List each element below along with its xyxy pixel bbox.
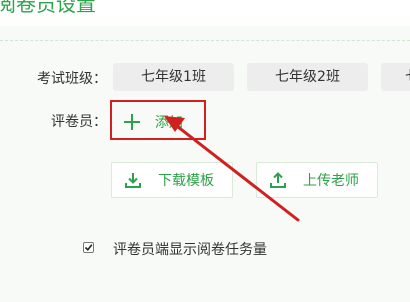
class-chip-2[interactable]: 七年级2班	[247, 63, 368, 91]
graders-label: 评卷员：	[51, 114, 107, 130]
download-icon	[125, 173, 141, 188]
page-title: 阅卷员设置	[0, 0, 96, 16]
class-chip-3[interactable]: 七	[381, 63, 410, 91]
download-template-label: 下载模板	[158, 173, 214, 189]
add-grader-button[interactable]: 添加	[118, 105, 204, 139]
show-task-label: 评卷员端显示阅卷任务量	[113, 242, 267, 258]
grader-settings-page: 阅卷员设置 考试班级： 七年级1班 七年级2班 七 评卷员： 添加 下载模板 上…	[0, 0, 410, 302]
upload-teacher-button[interactable]: 上传老师	[256, 162, 378, 198]
checkmark-icon	[84, 244, 93, 251]
add-grader-label: 添加	[155, 115, 183, 131]
upload-icon	[270, 172, 286, 188]
plus-icon	[124, 114, 140, 130]
upload-teacher-label: 上传老师	[303, 173, 359, 189]
exam-class-label: 考试班级：	[37, 71, 107, 87]
class-chip-1[interactable]: 七年级1班	[113, 63, 234, 91]
show-task-checkbox[interactable]	[83, 242, 94, 253]
download-template-button[interactable]: 下载模板	[111, 162, 233, 198]
header-bar: 阅卷员设置	[0, 0, 410, 26]
divider	[0, 40, 410, 41]
